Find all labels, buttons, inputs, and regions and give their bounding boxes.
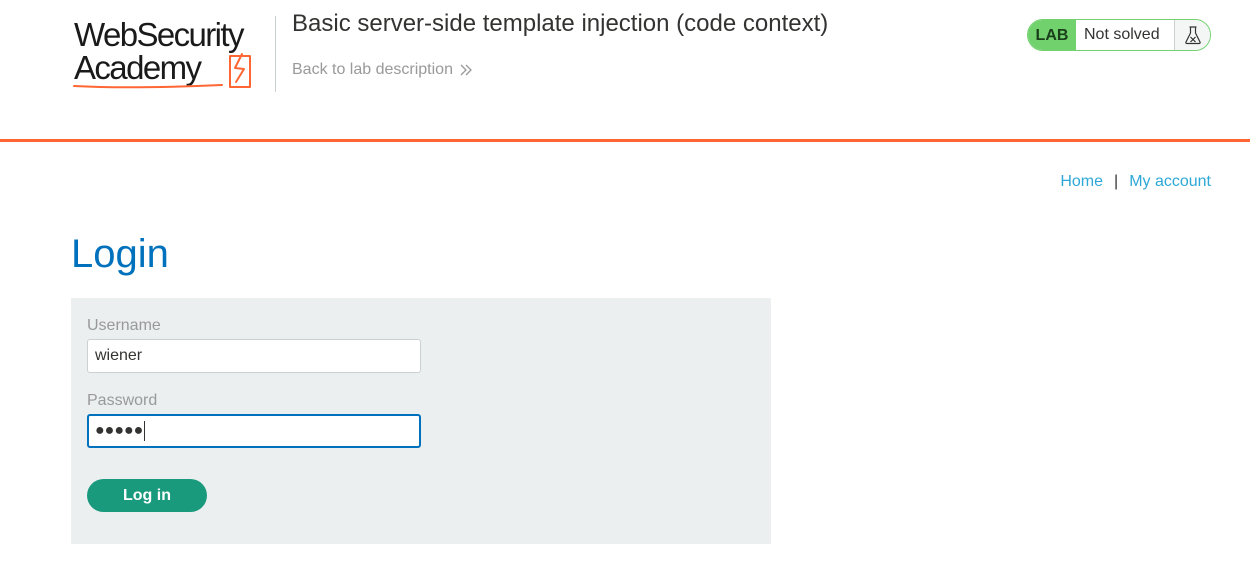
web-security-academy-logo[interactable]: WebSecurity Academy (72, 16, 276, 92)
nav-home-link[interactable]: Home (1060, 173, 1103, 191)
text-caret (144, 421, 146, 441)
password-label: Password (87, 392, 158, 409)
lab-status-tag: LAB (1028, 20, 1076, 50)
lab-status-text: Not solved (1076, 20, 1175, 50)
nav-my-account-link[interactable]: My account (1129, 173, 1211, 191)
password-masked-value: ●●●●● (95, 422, 144, 439)
logo-lightning-mark (73, 53, 251, 89)
username-label: Username (87, 317, 161, 334)
log-in-button[interactable]: Log in (87, 479, 207, 512)
double-chevron-right-icon (460, 64, 472, 76)
login-form: Username wiener Password ●●●●● Log in (71, 298, 771, 544)
top-navigation: Home | My account (1060, 173, 1211, 191)
username-input[interactable]: wiener (87, 339, 421, 373)
flask-icon (1175, 20, 1210, 50)
nav-separator: | (1114, 173, 1119, 190)
username-value: wiener (95, 347, 143, 364)
back-link-label: Back to lab description (292, 61, 453, 78)
lab-status-widget: LAB Not solved (1027, 19, 1211, 51)
page-header: WebSecurity Academy Basic server-side te… (0, 0, 1250, 142)
lab-title: Basic server-side template injection (co… (292, 10, 829, 37)
page-title: Login (71, 232, 169, 276)
password-input[interactable]: ●●●●● (87, 414, 421, 448)
back-to-lab-description-link[interactable]: Back to lab description (292, 61, 473, 79)
